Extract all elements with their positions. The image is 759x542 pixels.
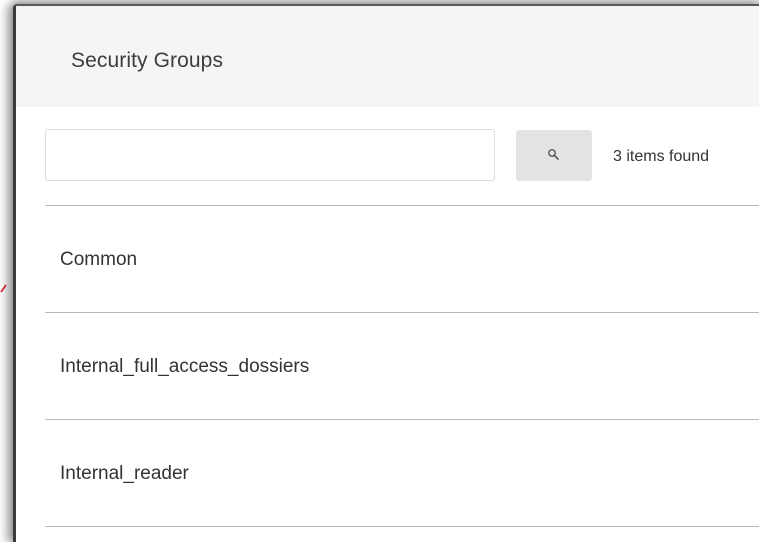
list-item[interactable]: Internal_reader <box>45 420 759 526</box>
list-item[interactable]: Common <box>45 206 759 312</box>
group-name: Internal_reader <box>60 463 189 484</box>
search-button[interactable] <box>516 130 592 181</box>
list-divider <box>45 526 759 527</box>
group-name: Internal_full_access_dossiers <box>60 356 310 377</box>
search-icon <box>548 149 559 160</box>
panel-header: Security Groups <box>16 6 759 107</box>
annotation-arrow-fragment <box>0 284 7 293</box>
panel-title: Security Groups <box>71 49 224 72</box>
screenshot-stage: Security Groups 3 items found Common Int… <box>0 0 759 542</box>
result-count: 3 items found <box>613 148 710 165</box>
security-groups-panel: Security Groups 3 items found Common Int… <box>13 4 759 542</box>
list-item[interactable]: Internal_full_access_dossiers <box>45 313 759 419</box>
search-input[interactable] <box>45 129 495 181</box>
group-name: Common <box>60 249 138 270</box>
